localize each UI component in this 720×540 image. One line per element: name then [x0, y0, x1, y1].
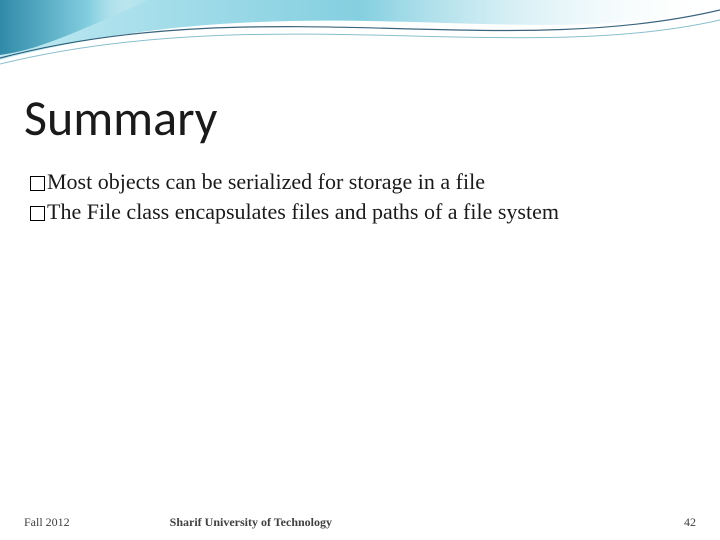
bullet-text: Most objects can be serialized for stora…: [47, 169, 485, 194]
bullet-list: Most objects can be serialized for stora…: [24, 167, 696, 226]
slide-title: Summary: [24, 88, 696, 149]
square-bullet-icon: [30, 206, 45, 221]
bullet-item: The File class encapsulates files and pa…: [30, 197, 696, 227]
slide-content: Summary Most objects can be serialized f…: [24, 88, 696, 226]
square-bullet-icon: [30, 176, 45, 191]
slide-footer: Fall 2012 Sharif University of Technolog…: [0, 515, 720, 530]
footer-date: Fall 2012: [24, 515, 70, 530]
slide-top-decor: [0, 0, 720, 90]
slide-number: 42: [684, 515, 696, 530]
bullet-text: The File class encapsulates files and pa…: [47, 199, 559, 224]
footer-org: Sharif University of Technology: [70, 515, 684, 530]
bullet-item: Most objects can be serialized for stora…: [30, 167, 696, 197]
